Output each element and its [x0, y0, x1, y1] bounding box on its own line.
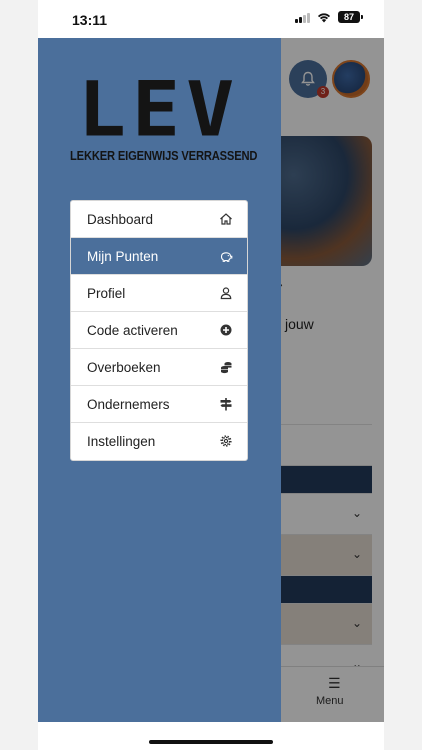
gear-icon [220, 435, 232, 447]
menu-item-label: Code activeren [87, 322, 178, 338]
home-icon [220, 213, 232, 225]
menu-item-label: Dashboard [87, 211, 154, 227]
menu-item-label: Profiel [87, 285, 126, 301]
lev-logo: LEV LEKKER EIGENWIJS VERRASSEND [70, 65, 258, 163]
menu-item-label: Mijn Punten [87, 248, 159, 264]
battery-icon: 87 [338, 11, 363, 23]
menu-item-label: Overboeken [87, 359, 161, 375]
menu-item-ondernemers[interactable]: Ondernemers [71, 386, 247, 423]
logo-title: LEV [77, 65, 241, 154]
wifi-icon [317, 13, 331, 23]
user-icon [220, 287, 232, 300]
phone-screen: 13:11 87 3 › l jou [38, 0, 384, 750]
menu-item-code-activeren[interactable]: Code activeren [71, 312, 247, 349]
logo-tagline: LEKKER EIGENWIJS VERRASSEND [70, 148, 258, 163]
coins-icon [221, 362, 232, 374]
menu-item-dashboard[interactable]: Dashboard [71, 201, 247, 238]
menu-item-overboeken[interactable]: Overboeken [71, 349, 247, 386]
plus-circle-icon [220, 324, 232, 336]
drawer-menu: Dashboard Mijn Punten Profiel Code activ… [70, 200, 248, 461]
piggy-bank-icon [220, 252, 233, 262]
menu-item-label: Ondernemers [87, 396, 170, 412]
menu-item-instellingen[interactable]: Instellingen [71, 423, 247, 460]
menu-item-label: Instellingen [87, 434, 156, 449]
cellular-signal-icon [295, 12, 310, 23]
signpost-icon [220, 398, 232, 411]
side-drawer: LEV LEKKER EIGENWIJS VERRASSEND Dashboar… [38, 38, 281, 722]
status-bar: 13:11 87 [38, 0, 384, 38]
menu-item-mijn-punten[interactable]: Mijn Punten [71, 238, 247, 275]
menu-item-profiel[interactable]: Profiel [71, 275, 247, 312]
home-indicator[interactable] [149, 740, 273, 744]
status-time: 13:11 [72, 12, 108, 28]
status-icons: 87 [295, 11, 363, 23]
